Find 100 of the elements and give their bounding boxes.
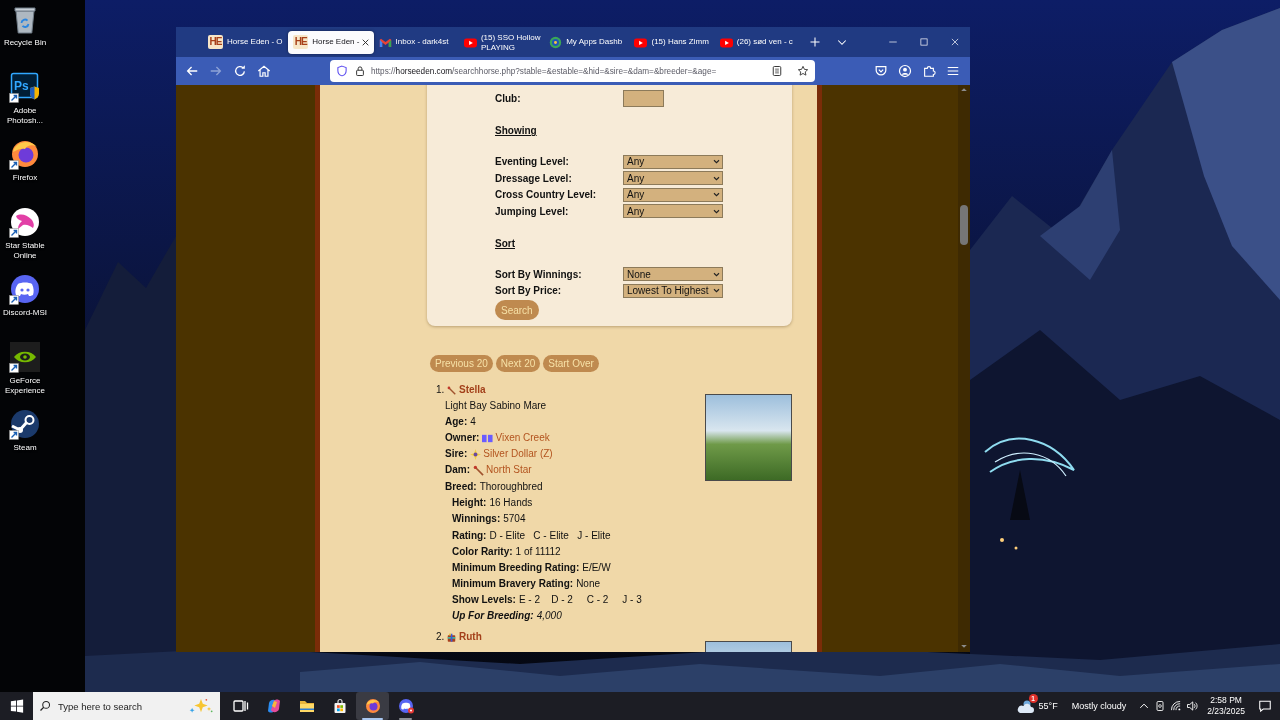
windows-logo-icon	[9, 699, 24, 713]
task-view-icon	[232, 698, 249, 714]
horse-description: Light Bay Sabino Mare	[445, 399, 547, 414]
browser-tab[interactable]: My Apps Dashb	[544, 30, 630, 54]
play-icon	[719, 35, 733, 49]
dropdown[interactable]: Any	[623, 204, 723, 219]
controller-logo-icon	[397, 698, 414, 714]
plus-icon	[809, 36, 822, 48]
piston-logo-icon	[9, 408, 41, 440]
field-label: Rating:	[452, 528, 487, 543]
light-dot	[1000, 538, 1004, 542]
swirl-logo-icon	[265, 698, 282, 714]
field-label: Dressage Level:	[495, 172, 573, 184]
desktop-shortcut[interactable]: Recycle Bin	[0, 3, 50, 71]
circle-logo-icon	[549, 35, 563, 49]
desktop-shortcut[interactable]: Firefox	[0, 138, 50, 206]
cloud-icon	[1015, 698, 1034, 714]
sparkle-icon	[188, 698, 214, 714]
field-label: Minimum Bravery Rating:	[452, 577, 574, 592]
field-value: 4,000	[536, 609, 562, 624]
two-squares-icon	[482, 432, 494, 444]
search-field[interactable]: Type here to search	[33, 692, 220, 720]
address-bar[interactable]: https://horseeden.com/searchhorse.php?stable=&estable=&hid=&sire=&dam=&breeder=&age=	[330, 60, 815, 82]
browser-tab[interactable]: HE Horse Eden - O	[203, 30, 289, 54]
field-label: Winnings:	[452, 512, 501, 527]
scroll-down-icon[interactable]	[960, 643, 968, 650]
field-value: None	[576, 577, 601, 592]
clock[interactable]: 2:58 PM 2/23/2025	[1200, 692, 1252, 720]
field-value: E/E/W	[582, 560, 611, 575]
field-label: Dam:	[445, 463, 470, 478]
home-icon	[257, 64, 271, 78]
field-value: D - Elite C - Elite J - Elite	[489, 528, 611, 543]
dropdown[interactable]: None	[623, 267, 723, 282]
desktop-shortcut[interactable]: GeForce Experience	[0, 340, 50, 408]
forward-arrow-icon	[209, 64, 223, 78]
reader-view-icon[interactable]	[771, 65, 783, 77]
search-icon	[39, 700, 51, 712]
field-value: 5704	[503, 512, 526, 527]
globe-logo-icon	[364, 698, 381, 714]
controller-logo-icon	[9, 273, 41, 305]
eye-logo-icon	[9, 340, 41, 373]
desktop-shortcut[interactable]: Star Stable Online	[0, 205, 50, 273]
light-dot	[1014, 546, 1018, 550]
horse-name-link[interactable]: Stella	[459, 382, 486, 399]
caret-icon	[713, 288, 720, 294]
bookmark-star-icon[interactable]	[797, 65, 809, 77]
section-heading: Sort	[495, 236, 515, 251]
field-value: 4	[470, 415, 476, 430]
field-value: Thoroughbred	[479, 479, 543, 494]
tree	[1010, 470, 1030, 520]
profile-link[interactable]: Silver Dollar (Z)	[483, 446, 553, 463]
profile-link[interactable]: North Star	[486, 462, 532, 479]
dropdown[interactable]: Any	[623, 187, 723, 202]
field-label: Owner:	[445, 431, 480, 446]
section-heading: Showing	[495, 124, 537, 138]
caret-icon	[713, 208, 720, 214]
lock-icon[interactable]	[354, 65, 366, 77]
caret-icon	[713, 175, 720, 181]
scrollbar-thumb[interactable]	[960, 205, 968, 245]
dropdown[interactable]: Any	[623, 171, 723, 186]
shield-icon[interactable]	[336, 65, 348, 77]
back-arrow-icon	[185, 64, 199, 78]
dropdown[interactable]: Any	[623, 154, 723, 169]
text-input[interactable]	[623, 90, 664, 107]
desktop-shortcut[interactable]: Ps Adobe Photosh...	[0, 70, 50, 138]
close-icon	[949, 37, 960, 47]
caret-icon	[713, 159, 720, 165]
field-label: Sire:	[445, 447, 468, 462]
browser-tab[interactable]: (26) sød ven - c	[714, 30, 801, 54]
browser-tab[interactable]: Inbox - dark4st	[373, 30, 459, 54]
field-label: Show Levels:	[452, 593, 516, 608]
browser-tab[interactable]: (15) Hans Zimm	[629, 30, 715, 54]
sparkle-icon	[470, 448, 482, 460]
caret-icon	[713, 192, 720, 198]
browser-tab[interactable]: HE Horse Eden -	[288, 30, 374, 54]
profile-link[interactable]: Vixen Creek	[495, 430, 550, 447]
list-number: 1.	[436, 383, 445, 397]
field-label: Sort By Winnings:	[495, 268, 583, 280]
wifi-icon	[1170, 700, 1183, 712]
field-label: Jumping Level:	[495, 205, 570, 217]
dropdown[interactable]: Lowest To Highest	[623, 283, 723, 298]
stick-icon	[447, 385, 456, 395]
browser-tab[interactable]: (15) SSO Hollow PLAYING	[458, 30, 545, 54]
desktop-shortcut[interactable]: Discord-MSI	[0, 273, 50, 341]
field-label: Eventing Level:	[495, 156, 570, 168]
folder-icon	[298, 698, 315, 714]
puzzle-icon	[922, 64, 936, 78]
desktop-shortcut[interactable]: Steam	[0, 408, 50, 476]
site-logo: HE	[293, 35, 309, 49]
close-icon[interactable]	[360, 37, 370, 47]
field-label: Breed:	[445, 479, 477, 494]
field-label: Up For Breeding:	[452, 609, 534, 624]
speech-bubble-icon	[1258, 699, 1272, 713]
taskbar-app-button[interactable]	[356, 692, 389, 720]
gift-box-icon	[447, 632, 456, 642]
horse-name-link[interactable]: Ruth	[459, 629, 482, 646]
maximize-icon	[918, 37, 929, 47]
menu-icon	[946, 64, 960, 78]
field-label: Cross Country Level:	[495, 189, 598, 201]
field-label: Club:	[495, 93, 522, 104]
